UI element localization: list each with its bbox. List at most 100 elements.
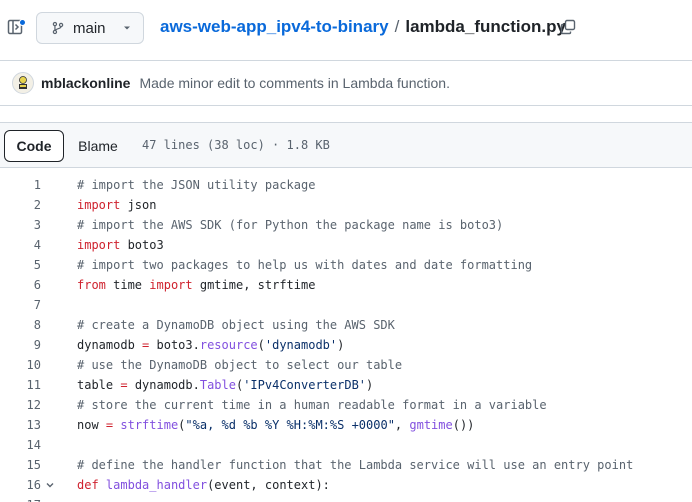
line-number[interactable]: 17 — [0, 498, 41, 502]
code-token: json — [120, 198, 157, 212]
code-token: "%a, %d %b %Y %H:%M:%S +0000" — [185, 418, 395, 432]
file-path-bar: main aws-web-app_ipv4-to-binary / lambda… — [0, 0, 692, 55]
code-token: from — [77, 278, 106, 292]
line-number[interactable]: 5 — [0, 258, 41, 272]
code-token: import — [77, 198, 121, 212]
code-token: now — [77, 418, 106, 432]
fold-toggle[interactable] — [41, 479, 77, 491]
commit-author[interactable]: mblackonline — [41, 75, 130, 91]
code-token: gmtime — [409, 418, 453, 432]
code-token: gmtime, strftime — [192, 278, 316, 292]
line-number[interactable]: 9 — [0, 338, 41, 352]
code-token: # store the current time in a human read… — [77, 398, 547, 412]
code-token: ) — [366, 378, 374, 392]
code-line: 5 # import two packages to help us with d… — [0, 255, 692, 275]
code-line: 9 dynamodb = boto3.resource('dynamodb') — [0, 335, 692, 355]
code-token: = — [120, 378, 128, 392]
code-content: def lambda_handler(event, context): — [77, 478, 330, 492]
code-token: , — [394, 418, 410, 432]
line-number[interactable]: 1 — [0, 178, 41, 192]
code-line: 10 # use the DynamoDB object to select ou… — [0, 355, 692, 375]
code-token: lambda_handler — [105, 478, 208, 492]
line-number[interactable]: 7 — [0, 298, 41, 312]
branch-name: main — [73, 19, 106, 37]
code-line: 14 — [0, 435, 692, 455]
breadcrumb: aws-web-app_ipv4-to-binary / lambda_func… — [160, 16, 566, 38]
code-token: boto3. — [149, 338, 200, 352]
code-line: 17 — [0, 495, 692, 502]
line-number[interactable]: 12 — [0, 398, 41, 412]
code-line: 7 — [0, 295, 692, 315]
code-token: 'dynamodb' — [264, 338, 338, 352]
view-toggle: Code Blame — [4, 130, 132, 162]
code-token: # define the handler function that the L… — [77, 458, 634, 472]
code-content: # use the DynamoDB object to select our … — [77, 358, 402, 372]
git-branch-icon — [52, 21, 64, 35]
code-content: # define the handler function that the L… — [77, 458, 633, 472]
line-number[interactable]: 10 — [0, 358, 41, 372]
notification-dot — [19, 19, 26, 26]
latest-commit-bar: mblackonline Made minor edit to comments… — [0, 60, 692, 106]
code-content: import boto3 — [77, 238, 164, 252]
line-number[interactable]: 2 — [0, 198, 41, 212]
code-line: 1 # import the JSON utility package — [0, 175, 692, 195]
code-line: 16 def lambda_handler(event, context): — [0, 475, 692, 495]
file-header: Code Blame 47 lines (38 loc) · 1.8 KB — [0, 122, 692, 168]
file-info: 47 lines (38 loc) · 1.8 KB — [142, 138, 330, 152]
copy-icon — [560, 19, 576, 35]
line-number[interactable]: 4 — [0, 238, 41, 252]
code-token: time — [105, 278, 150, 292]
code-token: ) — [337, 338, 345, 352]
tab-blame[interactable]: Blame — [64, 130, 132, 162]
copy-path-button[interactable] — [557, 16, 579, 38]
line-number[interactable]: 14 — [0, 438, 41, 452]
tab-code[interactable]: Code — [4, 130, 64, 162]
code-line: 13 now = strftime("%a, %d %b %Y %H:%M:%S … — [0, 415, 692, 435]
code-token: ()) — [452, 418, 475, 432]
branch-selector-button[interactable]: main — [36, 12, 144, 44]
line-number[interactable]: 11 — [0, 378, 41, 392]
avatar[interactable] — [12, 72, 34, 94]
chevron-down-icon — [123, 26, 130, 30]
code-line: 3 # import the AWS SDK (for Python the pa… — [0, 215, 692, 235]
code-content: # store the current time in a human read… — [77, 398, 547, 412]
sidebar-toggle-button[interactable] — [4, 16, 26, 38]
code-token: # import the JSON utility package — [77, 178, 316, 192]
code-token: resource — [199, 338, 258, 352]
user-avatar-icon — [19, 76, 27, 89]
breadcrumb-separator: / — [394, 17, 400, 36]
code-line: 12 # store the current time in a human re… — [0, 395, 692, 415]
line-number[interactable]: 13 — [0, 418, 41, 432]
code-token: 'IPv4ConverterDB' — [243, 378, 367, 392]
code-token: table — [77, 378, 121, 392]
code-content: import json — [77, 198, 156, 212]
code-line: 15 # define the handler function that the… — [0, 455, 692, 475]
line-number[interactable]: 3 — [0, 218, 41, 232]
code-content: now = strftime("%a, %d %b %Y %H:%M:%S +0… — [77, 418, 474, 432]
line-number[interactable]: 8 — [0, 318, 41, 332]
line-number[interactable]: 16 — [0, 478, 41, 492]
code-token: strftime — [120, 418, 179, 432]
code-token: ( — [257, 338, 265, 352]
code-token: # create a DynamoDB object using the AWS… — [77, 318, 395, 332]
code-token: Table — [199, 378, 236, 392]
code-content: # import two packages to help us with da… — [77, 258, 532, 272]
code-token: def — [77, 478, 99, 492]
line-number[interactable]: 6 — [0, 278, 41, 292]
code-line: 11 table = dynamodb.Table('IPv4ConverterD… — [0, 375, 692, 395]
code-token: boto3 — [120, 238, 164, 252]
code-token: import — [77, 238, 121, 252]
code-token: import — [149, 278, 193, 292]
line-number[interactable]: 15 — [0, 458, 41, 472]
code-content: # import the JSON utility package — [77, 178, 315, 192]
code-line: 8 # create a DynamoDB object using the AW… — [0, 315, 692, 335]
code-view: 1 # import the JSON utility package 2 impor… — [0, 175, 692, 502]
commit-message[interactable]: Made minor edit to comments in Lambda fu… — [139, 75, 450, 91]
code-token: # import the AWS SDK (for Python the pac… — [77, 218, 504, 232]
code-line: 2 import json — [0, 195, 692, 215]
code-content: dynamodb = boto3.resource('dynamodb') — [77, 338, 344, 352]
repo-link[interactable]: aws-web-app_ipv4-to-binary — [160, 17, 389, 37]
code-line: 6 from time import gmtime, strftime — [0, 275, 692, 295]
code-token: # use the DynamoDB object to select our … — [77, 358, 403, 372]
